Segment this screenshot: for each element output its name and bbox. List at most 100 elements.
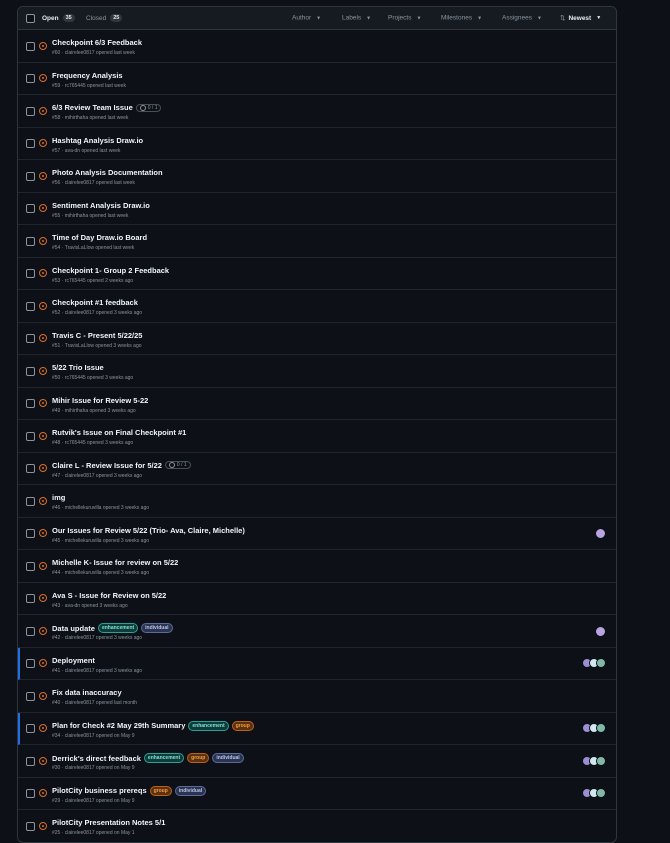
issue-row[interactable]: Ava S - Issue for Review on 5/22 #43 · av… [18,583,616,615]
avatar[interactable] [595,625,606,637]
issue-row[interactable]: Time of Day Draw.io Board #54 · TravisLaL… [18,225,616,258]
issue-row[interactable]: Hashtag Analysis Draw.io #57 · ava-dn ope… [18,128,616,160]
avatar[interactable] [596,755,606,766]
issue-checkbox[interactable] [26,561,35,571]
task-progress[interactable]: 0 / 1 [135,103,162,112]
issue-title-link[interactable]: Hashtag Analysis Draw.io [52,136,143,145]
issue-checkbox[interactable] [26,821,35,831]
label-enhancement[interactable]: enhancement [188,720,229,731]
filter-author[interactable]: Author ▼ [292,15,321,22]
tab-closed[interactable]: Closed 25 [86,14,123,22]
label-group[interactable]: group [149,785,172,796]
label-enhancement[interactable]: enhancement [143,753,185,763]
filter-labels[interactable]: Labels ▼ [342,15,371,22]
label-individual[interactable]: individual [174,785,207,796]
tab-open[interactable]: Open 35 [42,14,75,22]
issue-checkbox[interactable] [26,691,35,701]
issue-row[interactable]: Checkpoint 1- Group 2 Feedback #53 · rc76… [18,258,616,290]
issue-title-link[interactable]: Checkpoint 6/3 Feedback [52,38,142,47]
issue-title-link[interactable]: Photo Analysis Documentation [52,168,163,177]
issue-title-link[interactable]: Ava S - Issue for Review on 5/22 [52,591,166,600]
issue-title-link[interactable]: Travis C - Present 5/22/25 [52,331,142,340]
label-individual[interactable]: individual [141,623,173,633]
label-group[interactable]: group [187,753,210,763]
issue-title-link[interactable]: Data update [52,624,95,633]
issue-checkbox[interactable] [26,756,35,766]
issue-checkbox[interactable] [26,496,35,506]
issue-title-link[interactable]: 5/22 Trio Issue [52,363,104,372]
select-all-checkbox[interactable] [26,14,35,23]
filter-milestones[interactable]: Milestones ▼ [441,15,482,22]
issue-checkbox[interactable] [26,464,35,474]
issue-checkbox[interactable] [26,236,35,246]
issue-title-link[interactable]: Our Issues for Review 5/22 (Trio- Ava, C… [52,526,245,535]
issue-title-link[interactable]: Plan for Check #2 May 29th Summary [52,721,185,730]
issue-checkbox[interactable] [26,139,35,149]
issue-row[interactable]: Derrick's direct feedback enhancement grou… [18,745,616,778]
issue-checkbox[interactable] [26,529,35,539]
issue-title-link[interactable]: PilotCity business prereqs [52,786,147,795]
issue-row[interactable]: Sentiment Analysis Draw.io #55 · mihirtha… [18,193,616,225]
issue-row[interactable]: Frequency Analysis #59 · rc765445 opened … [18,63,616,95]
issue-title-link[interactable]: img [52,493,65,502]
issue-checkbox[interactable] [26,301,35,311]
issue-checkbox[interactable] [26,41,35,51]
issue-checkbox[interactable] [26,626,35,636]
issue-row[interactable]: PilotCity business prereqs group individua… [18,778,616,810]
issue-row[interactable]: Claire L - Review Issue for 5/22 0 / 1 #47… [18,453,616,485]
issue-title-link[interactable]: Michelle K- Issue for review on 5/22 [52,558,178,567]
assignees[interactable] [582,788,606,799]
issue-row[interactable]: 6/3 Review Team Issue 0 / 1 #58 · mihirtha… [18,95,616,128]
issue-row[interactable]: 5/22 Trio Issue #50 · rc765445 opened 3 w… [18,355,616,388]
issue-title-link[interactable]: Claire L - Review Issue for 5/22 [52,461,162,470]
sort-dropdown[interactable]: ⇅ Newest ▼ [560,14,601,23]
issue-title-link[interactable]: PilotCity Presentation Notes 5/1 [52,818,165,827]
issue-row[interactable]: Our Issues for Review 5/22 (Trio- Ava, C… [18,518,616,550]
issue-row[interactable]: Checkpoint #1 feedback #52 · clairelee081… [18,290,616,323]
filter-projects[interactable]: Projects ▼ [388,15,421,22]
assignees[interactable] [582,755,606,766]
issue-row[interactable]: Photo Analysis Documentation #56 · claire… [18,160,616,193]
issue-row[interactable]: Data update enhancement individual #42 · cl… [18,615,616,648]
issue-title-link[interactable]: Rutvik's Issue on Final Checkpoint #1 [52,428,186,437]
issue-checkbox[interactable] [26,366,35,376]
issue-checkbox[interactable] [26,724,35,734]
issue-row[interactable]: Checkpoint 6/3 Feedback #60 · clairelee08… [18,30,616,63]
label-enhancement[interactable]: enhancement [97,623,139,633]
issue-checkbox[interactable] [26,334,35,344]
issue-row[interactable]: Deployment #41 · clairelee0817 opened 3 w… [18,647,616,680]
issue-checkbox[interactable] [26,106,35,116]
issue-checkbox[interactable] [26,269,35,279]
issue-row[interactable]: Michelle K- Issue for review on 5/22 #44 … [18,550,616,583]
issue-row[interactable]: Fix data inaccuracy #40 · clairelee0817 o… [18,680,616,713]
issue-title-link[interactable]: Mihir Issue for Review 5-22 [52,396,148,405]
issue-row[interactable]: Plan for Check #2 May 29th Summary enhanc… [18,712,616,745]
task-progress[interactable]: 0 / 1 [164,461,191,469]
avatar[interactable] [596,658,606,669]
issue-title-link[interactable]: Fix data inaccuracy [52,688,122,697]
issue-checkbox[interactable] [26,659,35,669]
issue-title-link[interactable]: Checkpoint 1- Group 2 Feedback [52,266,169,275]
issue-title-link[interactable]: Sentiment Analysis Draw.io [52,201,150,210]
assignees[interactable] [595,528,606,540]
issue-title-link[interactable]: 6/3 Review Team Issue [52,103,133,112]
issue-title-link[interactable]: Time of Day Draw.io Board [52,233,147,242]
issue-row[interactable]: Mihir Issue for Review 5-22 #49 · mihirth… [18,388,616,420]
issue-checkbox[interactable] [26,594,35,604]
issue-title-link[interactable]: Deployment [52,656,95,665]
issue-checkbox[interactable] [26,171,35,181]
issue-title-link[interactable]: Checkpoint #1 feedback [52,298,138,307]
issue-row[interactable]: Travis C - Present 5/22/25 #51 · TravisLa… [18,323,616,355]
avatar[interactable] [596,788,606,799]
label-individual[interactable]: individual [212,753,244,763]
avatar[interactable] [596,723,606,734]
assignees[interactable] [582,723,606,734]
assignees[interactable] [595,625,606,637]
filter-assignees[interactable]: Assignees ▼ [502,15,542,22]
issue-checkbox[interactable] [26,399,35,409]
issue-checkbox[interactable] [26,204,35,214]
avatar[interactable] [595,528,606,540]
issue-row[interactable]: img #46 · michellekuruvilla opened 3 week… [18,485,616,518]
assignees[interactable] [582,658,606,669]
issue-checkbox[interactable] [26,789,35,799]
